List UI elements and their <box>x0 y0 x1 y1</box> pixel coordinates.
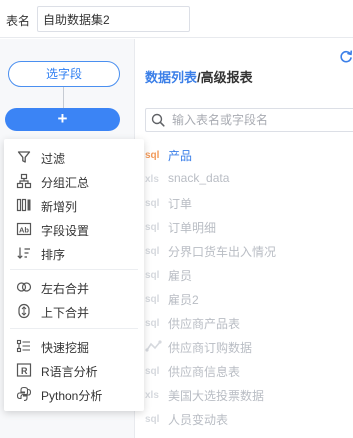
svg-text:xls: xls <box>145 174 159 185</box>
menu-item-field-settings[interactable]: Ab 字段设置 <box>4 217 144 241</box>
select-field-node[interactable]: 选字段 <box>8 61 120 87</box>
table-item-label: 供应商产品表 <box>168 317 241 331</box>
table-item-label: 供应商信息表 <box>168 365 241 379</box>
sql-icon: sql <box>145 366 160 377</box>
menu-item-label: 上下合并 <box>41 306 90 320</box>
vertical-merge-icon <box>18 303 30 319</box>
table-item-label: 订单 <box>168 197 193 211</box>
menu-item-label: 左右合并 <box>41 282 90 296</box>
sql-icon: sql <box>145 246 160 257</box>
menu-item-label: 过滤 <box>41 152 66 166</box>
svg-text:sql: sql <box>145 198 160 209</box>
sql-icon: sql <box>145 270 160 281</box>
sql-icon: sql <box>145 294 160 305</box>
table-item-label: 人员变动表 <box>168 413 229 427</box>
group-summary-icon <box>16 173 32 189</box>
menu-item-label: 分组汇总 <box>41 176 90 190</box>
table-search-box[interactable] <box>145 108 353 132</box>
table-name-input[interactable] <box>37 6 190 32</box>
filter-icon <box>17 151 31 163</box>
table-item-label: 订单明细 <box>168 221 217 235</box>
sql-icon: sql <box>145 198 160 209</box>
table-item-label: 分界口货车出入情况 <box>168 245 277 259</box>
search-input[interactable] <box>172 111 352 129</box>
sql-icon: sql <box>145 150 160 161</box>
refresh-icon[interactable] <box>339 50 353 64</box>
svg-text:sql: sql <box>145 270 160 281</box>
menu-item-vertical-merge[interactable]: 上下合并 <box>4 299 144 323</box>
menu-item-label: Python分析 <box>41 389 103 403</box>
table-item-label: 供应商订购数据 <box>168 341 253 355</box>
menu-item-horizontal-merge[interactable]: 左右合并 <box>4 275 144 299</box>
table-item-us-election[interactable]: xls 美国大选投票数据 <box>145 383 353 407</box>
sort-icon <box>17 247 30 259</box>
menu-item-group-summary[interactable]: 分组汇总 <box>4 169 144 193</box>
r-language-icon: R <box>16 363 32 377</box>
table-item-supplier-orders[interactable]: 供应商订购数据 <box>145 335 353 359</box>
panel-title: 数据列表/高级报表 <box>145 67 253 86</box>
table-item-label: 雇员 <box>168 269 193 283</box>
svg-text:sql: sql <box>145 366 160 377</box>
menu-item-filter[interactable]: 过滤 <box>4 145 144 169</box>
table-item-product[interactable]: sql 产品 <box>145 143 353 167</box>
menu-item-label: 字段设置 <box>41 224 90 238</box>
header-bar: 表名 <box>0 0 353 38</box>
svg-text:Ab: Ab <box>19 226 29 235</box>
table-name-label: 表名 <box>6 14 31 28</box>
svg-text:xls: xls <box>145 390 159 401</box>
search-icon <box>151 113 165 127</box>
svg-text:sql: sql <box>145 246 160 257</box>
table-item-supplier-info[interactable]: sql 供应商信息表 <box>145 359 353 383</box>
menu-item-python[interactable]: Python分析 <box>4 382 144 406</box>
add-column-icon <box>16 198 31 212</box>
sql-icon: sql <box>145 222 160 233</box>
svg-text:sql: sql <box>145 318 160 329</box>
add-step-button[interactable]: + <box>5 108 120 131</box>
add-step-menu: 过滤 分组汇总 新增列 Ab 字段设置 排序 左右合并 上下合并 快速挖掘 R … <box>4 139 144 411</box>
node-connector <box>63 87 64 108</box>
menu-divider <box>10 269 138 270</box>
svg-text:sql: sql <box>145 414 160 425</box>
menu-item-label: 排序 <box>41 248 66 262</box>
svg-text:R: R <box>21 366 28 376</box>
menu-item-label: 快速挖掘 <box>41 341 90 355</box>
table-item-freight[interactable]: sql 分界口货车出入情况 <box>145 239 353 263</box>
table-item-supplier-product[interactable]: sql 供应商产品表 <box>145 311 353 335</box>
python-icon <box>16 386 32 402</box>
menu-item-sort[interactable]: 排序 <box>4 241 144 265</box>
xls-icon: xls <box>145 390 159 401</box>
horizontal-merge-icon <box>16 282 32 292</box>
svg-text:sql: sql <box>145 294 160 305</box>
table-item-employee2[interactable]: sql 雇员2 <box>145 287 353 311</box>
table-item-label: snack_data <box>168 171 230 185</box>
table-item-label: 产品 <box>168 149 193 163</box>
table-item-snack-data[interactable]: xls snack_data <box>145 167 353 191</box>
table-item-staff-change[interactable]: sql 人员变动表 <box>145 407 353 431</box>
etl-icon <box>145 340 162 352</box>
field-settings-icon: Ab <box>16 222 32 236</box>
menu-item-quick-mining[interactable]: 快速挖掘 <box>4 334 144 358</box>
menu-item-r-language[interactable]: R R语言分析 <box>4 358 144 382</box>
panel-title-sub[interactable]: 高级报表 <box>201 70 253 85</box>
table-item-label: 雇员2 <box>168 293 199 307</box>
table-item-order[interactable]: sql 订单 <box>145 191 353 215</box>
table-item-label: 美国大选投票数据 <box>168 389 265 403</box>
panel-title-main[interactable]: 数据列表 <box>145 70 197 85</box>
menu-item-label: R语言分析 <box>41 365 98 379</box>
sql-icon: sql <box>145 318 160 329</box>
menu-divider <box>10 328 138 329</box>
table-item-order-detail[interactable]: sql 订单明细 <box>145 215 353 239</box>
svg-text:sql: sql <box>145 222 160 233</box>
menu-item-add-column[interactable]: 新增列 <box>4 193 144 217</box>
table-item-employee[interactable]: sql 雇员 <box>145 263 353 287</box>
xls-icon: xls <box>145 174 159 185</box>
menu-item-label: 新增列 <box>41 200 78 214</box>
svg-text:sql: sql <box>145 150 160 161</box>
quick-mining-icon <box>16 339 30 353</box>
sql-icon: sql <box>145 414 160 425</box>
